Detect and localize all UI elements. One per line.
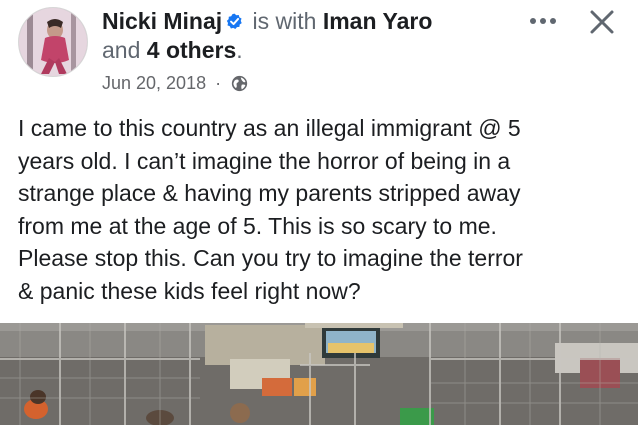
post-photo-image bbox=[0, 323, 638, 425]
post-text-line: I came to this country as an illegal imm… bbox=[18, 115, 521, 141]
author-name[interactable]: Nicki Minaj bbox=[102, 8, 222, 34]
post-photo[interactable] bbox=[0, 323, 638, 425]
others-link[interactable]: 4 others bbox=[147, 37, 236, 63]
verified-badge-icon bbox=[227, 13, 242, 30]
post-header: Nicki Minaj is with Iman Yaro bbox=[102, 6, 432, 36]
meta-separator: · bbox=[215, 73, 222, 93]
post-text-line: & panic these kids feel right now? bbox=[18, 277, 361, 304]
and-text: and bbox=[102, 37, 141, 63]
globe-icon[interactable] bbox=[231, 75, 248, 92]
header-period: . bbox=[236, 37, 243, 63]
post-text-line: years old. I can’t imagine the horror of… bbox=[18, 147, 511, 174]
post-text-line: strange place & having my parents stripp… bbox=[18, 180, 521, 206]
post-date[interactable]: Jun 20, 2018 bbox=[102, 73, 206, 93]
with-text: is with bbox=[252, 8, 317, 34]
author-avatar[interactable] bbox=[18, 7, 88, 77]
post-meta: Jun 20, 2018 · bbox=[102, 71, 248, 95]
facebook-post: Nicki Minaj is with Iman Yaro and 4 othe… bbox=[0, 0, 638, 425]
tagged-person-name[interactable]: Iman Yaro bbox=[323, 8, 433, 34]
post-text-line: Please stop this. Can you try to imagine… bbox=[18, 245, 523, 271]
more-options-icon[interactable] bbox=[529, 14, 557, 28]
post-text-line: from me at the age of 5. This is so scar… bbox=[18, 212, 497, 239]
close-icon[interactable] bbox=[589, 9, 615, 35]
avatar-photo bbox=[19, 8, 87, 76]
post-header-continued: and 4 others. bbox=[102, 36, 243, 64]
post-text: I came to this country as an illegal imm… bbox=[18, 112, 623, 307]
